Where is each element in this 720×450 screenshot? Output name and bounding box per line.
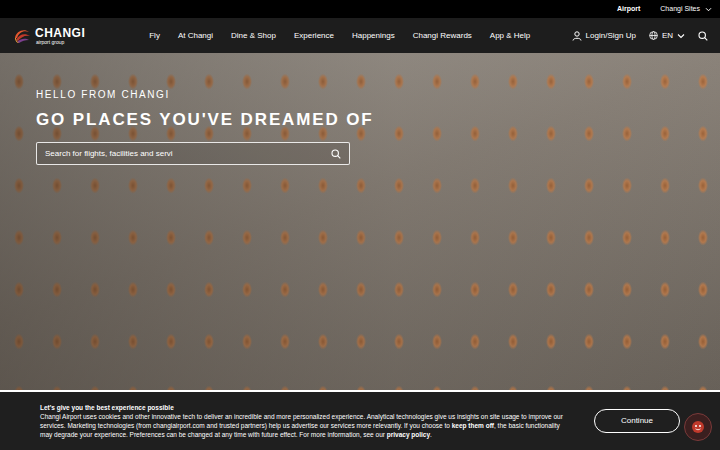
nav-item[interactable]: App & Help xyxy=(490,30,530,42)
hero-headline: GO PLACES YOU'VE DREAMED OF xyxy=(36,110,720,130)
hero: HELLO FROM CHANGI GO PLACES YOU'VE DREAM… xyxy=(0,53,720,390)
nav-item[interactable]: Dine & Shop xyxy=(231,30,276,42)
top-bar: Airport Changi Sites xyxy=(0,0,720,18)
main-nav: Fly At Changi Dine & Shop Experience Happeni… xyxy=(149,30,530,42)
chat-icon xyxy=(691,420,705,434)
cookie-body: Changi Airport uses cookies and other in… xyxy=(40,412,573,439)
logo-tagline: airport group xyxy=(35,40,85,45)
top-link[interactable]: Airport xyxy=(617,4,640,15)
login-link[interactable]: Login/Sign Up xyxy=(572,30,636,42)
nav-item[interactable]: Changi Rewards xyxy=(413,30,472,42)
top-link-label: Airport xyxy=(617,4,640,15)
logo[interactable]: CHANGI airport group xyxy=(12,26,85,46)
user-icon xyxy=(572,31,582,41)
main-header: CHANGI airport group Fly At Changi Dine & … xyxy=(0,18,720,53)
cookie-emphasis: privacy policy xyxy=(387,431,430,438)
nav-item[interactable]: Fly xyxy=(149,30,160,42)
language-selector[interactable]: EN xyxy=(649,30,685,42)
logo-name: CHANGI xyxy=(35,27,85,39)
hero-greeting: HELLO FROM CHANGI xyxy=(36,89,720,101)
cookie-text: . xyxy=(430,431,432,438)
login-label: Login/Sign Up xyxy=(586,30,636,42)
search-icon[interactable] xyxy=(698,31,708,41)
search-icon[interactable] xyxy=(331,149,341,159)
chevron-down-icon xyxy=(677,33,685,39)
cookie-banner: Let's give you the best experience possi… xyxy=(0,392,720,450)
nav-item[interactable]: Happenings xyxy=(352,30,395,42)
cookie-title: Let's give you the best experience possi… xyxy=(40,403,573,412)
top-link[interactable]: Changi Sites xyxy=(660,4,712,15)
chevron-down-icon xyxy=(705,7,712,12)
chat-button[interactable] xyxy=(684,413,712,441)
continue-button[interactable]: Continue xyxy=(594,409,680,433)
cookie-emphasis: keep them off xyxy=(452,422,494,429)
top-link-label: Changi Sites xyxy=(660,4,700,15)
search-input[interactable] xyxy=(45,148,331,160)
nav-item[interactable]: Experience xyxy=(294,30,334,42)
globe-icon xyxy=(649,31,658,40)
hero-search xyxy=(36,142,350,165)
nav-item[interactable]: At Changi xyxy=(178,30,213,42)
changi-swirl-icon xyxy=(12,26,32,46)
language-label: EN xyxy=(662,30,673,42)
